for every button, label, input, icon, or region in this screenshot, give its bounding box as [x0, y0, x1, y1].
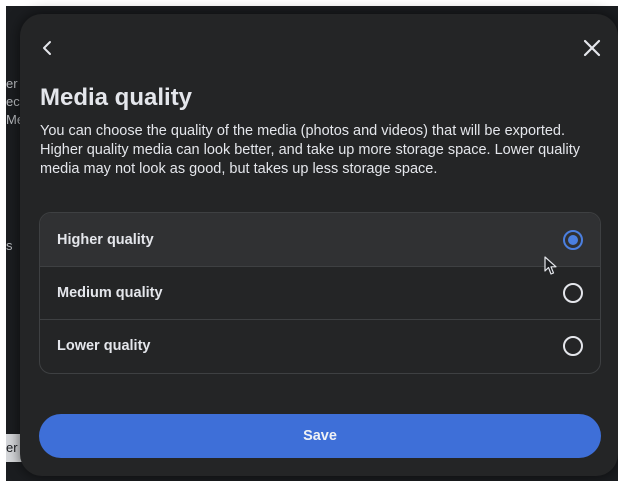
- mouse-cursor-icon: [544, 256, 557, 275]
- chevron-left-icon: [43, 41, 51, 55]
- radio-button[interactable]: [563, 336, 583, 356]
- radio-button-selected[interactable]: [563, 229, 583, 250]
- dialog-description: You can choose the quality of the media …: [40, 123, 581, 177]
- background-text-fragment: er: [6, 76, 18, 91]
- background-text-fragment: ec: [6, 94, 20, 109]
- media-quality-dialog: Media quality You can choose the quality…: [20, 14, 618, 476]
- option-label: Lower quality: [57, 338, 151, 354]
- option-lower-quality[interactable]: Lower quality: [40, 319, 600, 372]
- option-label: Higher quality: [57, 231, 154, 248]
- dialog-title: Media quality: [40, 84, 193, 111]
- close-icon: [583, 39, 601, 57]
- option-higher-quality[interactable]: Higher quality: [40, 213, 600, 266]
- radio-dot: [568, 234, 578, 245]
- radio-button[interactable]: [563, 283, 583, 303]
- option-medium-quality[interactable]: Medium quality: [40, 266, 600, 319]
- save-button[interactable]: Save: [39, 414, 601, 458]
- back-button[interactable]: [32, 32, 64, 64]
- background-text-fragment: s: [6, 238, 13, 253]
- close-button[interactable]: [576, 32, 608, 64]
- quality-options-list: Higher quality Medium quality Lower qual…: [39, 212, 601, 374]
- option-label: Medium quality: [57, 285, 163, 301]
